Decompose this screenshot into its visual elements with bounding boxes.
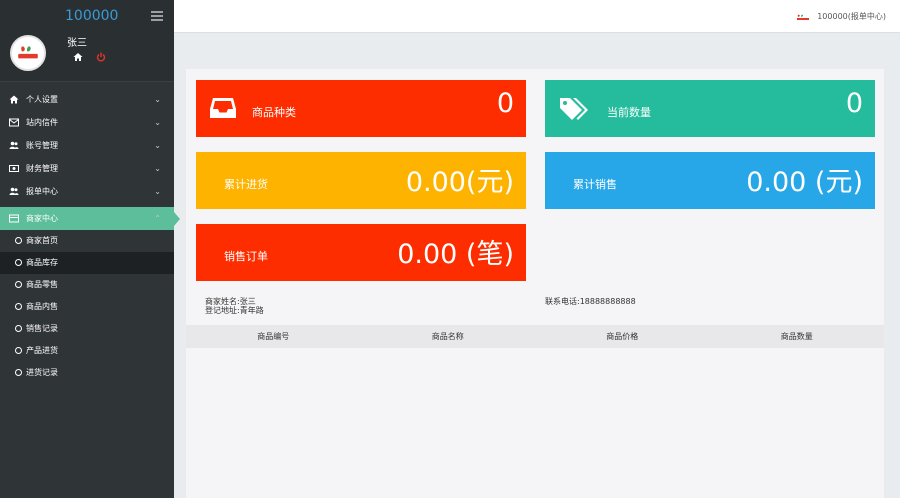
submenu-item-stock-purchase[interactable]: 产品进货 [0,340,174,362]
submenu-item-label: 产品进货 [26,346,58,355]
chevron-down-icon: ⌄ [154,118,161,127]
username: 张三 [67,38,87,49]
home-icon [9,95,19,104]
sidebar-item-label: 账号管理 [26,141,58,150]
card-label: 累计进货 [224,178,268,191]
sidebar-item-label: 个人设置 [26,95,58,104]
circle-icon [15,369,22,376]
column-header-product-name[interactable]: 商品名称 [361,325,536,348]
column-header-product-quantity[interactable]: 商品数量 [710,325,885,348]
card-value: 0 [845,88,863,119]
submenu-item-sales-records[interactable]: 销售记录 [0,318,174,340]
card-total-sales[interactable]: 累计销售 0.00 (元) [545,152,875,209]
merchant-info: 商家姓名:张三 登记地址:青年路 [205,297,264,315]
merchant-name: 商家姓名:张三 [205,297,256,306]
card-value: 0.00 (笔) [397,239,514,270]
chevron-down-icon: ⌄ [154,95,161,104]
submenu-item-internal-sale[interactable]: 商品内售 [0,296,174,318]
chevron-down-icon: ⌄ [154,141,161,150]
submenu-item-label: 商家首页 [26,236,58,245]
submenu-item-label: 商品库存 [26,258,58,267]
circle-icon [15,347,22,354]
card-label: 当前数量 [607,106,651,119]
sidebar-item-accounts[interactable]: 账号管理 ⌄ [0,134,174,157]
sidebar-item-label: 报单中心 [26,187,58,196]
card-current-quantity[interactable]: 当前数量 0 [545,80,875,137]
user-center-link[interactable]: 100000(报单中心) [796,11,886,22]
submenu-item-label: 销售记录 [26,324,58,333]
submenu-item-label: 商品零售 [26,280,58,289]
circle-icon [15,303,22,310]
sidebar-item-finance[interactable]: 财务管理 ⌄ [0,157,174,180]
card-product-categories[interactable]: 商品种类 0 [196,80,526,137]
chevron-up-icon: ⌃ [154,214,161,223]
sidebar-item-personal[interactable]: 个人设置 ⌄ [0,88,174,111]
circle-icon [15,325,22,332]
top-bar: 100000(报单中心) [174,0,900,33]
sidebar-item-label: 站内信件 [26,118,58,127]
users-icon [9,187,19,195]
card-label: 销售订单 [224,250,268,263]
circle-icon [15,281,22,288]
submenu-item-retail[interactable]: 商品零售 [0,274,174,296]
money-icon [9,165,19,172]
submenu-item-purchase-records[interactable]: 进货记录 [0,362,174,384]
inbox-icon [210,98,236,118]
products-table-header: 商品编号 商品名称 商品价格 商品数量 [186,325,884,348]
circle-icon [15,259,22,266]
chevron-down-icon: ⌄ [154,164,161,173]
card-icon [9,214,19,223]
user-center-text: 100000(报单中心) [817,12,886,21]
circle-icon [15,237,22,244]
envelope-icon [9,118,19,127]
submenu-item-label: 进货记录 [26,368,58,377]
submenu-item-merchant-home[interactable]: 商家首页 [0,230,174,252]
chevron-down-icon: ⌄ [154,187,161,196]
sidebar-header: 100000 张三 [0,0,174,82]
card-label: 累计销售 [573,178,617,191]
home-icon[interactable] [73,52,83,62]
content-panel: 商品种类 0 当前数量 0 累计进货 0.00(元) 累计销售 0.00 (元)… [186,69,884,498]
power-icon[interactable] [96,52,106,62]
merchant-address: 登记地址:青年路 [205,306,264,315]
sidebar: 100000 张三 个人设置 ⌄ 站内信件 ⌄ 账号管理 ⌄ 财务管理 ⌄ 报单… [0,0,180,498]
card-value: 0.00(元) [405,167,514,198]
submenu-item-inventory[interactable]: 商品库存 [0,252,174,274]
card-label: 商品种类 [252,106,296,119]
card-total-purchase[interactable]: 累计进货 0.00(元) [196,152,526,209]
avatar[interactable] [10,35,46,71]
brand-title[interactable]: 100000 [65,8,118,24]
tags-icon [560,98,588,120]
sidebar-item-label: 商家中心 [26,214,58,223]
column-header-product-id[interactable]: 商品编号 [186,325,361,348]
column-header-product-price[interactable]: 商品价格 [535,325,710,348]
card-value: 0.00 (元) [746,167,863,198]
card-value: 0 [496,88,514,119]
sidebar-menu: 个人设置 ⌄ 站内信件 ⌄ 账号管理 ⌄ 财务管理 ⌄ 报单中心 ⌄ 商家中心 … [0,88,180,230]
sidebar-item-merchant-center[interactable]: 商家中心 ⌃ [0,207,180,230]
logo-icon [797,14,810,20]
card-sales-orders[interactable]: 销售订单 0.00 (笔) [196,224,526,281]
avatar-logo-icon [18,46,38,59]
sidebar-item-label: 财务管理 [26,164,58,173]
menu-toggle-icon[interactable] [151,11,163,21]
merchant-phone: 联系电话:18888888888 [545,297,636,306]
sidebar-item-orders-center[interactable]: 报单中心 ⌄ [0,180,174,203]
sidebar-item-mail[interactable]: 站内信件 ⌄ [0,111,174,134]
merchant-submenu: 商家首页 商品库存 商品零售 商品内售 销售记录 产品进货 进货记录 [0,230,174,384]
users-icon [9,141,19,149]
submenu-item-label: 商品内售 [26,302,58,311]
